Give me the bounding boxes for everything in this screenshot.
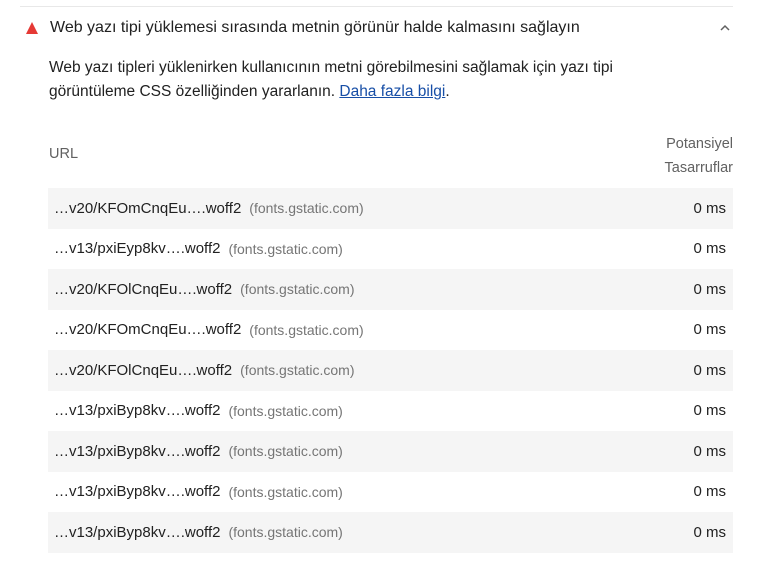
chevron-up-icon[interactable] xyxy=(718,21,732,35)
resource-url[interactable]: …v20/KFOlCnqEu….woff2 xyxy=(48,281,232,298)
resource-url[interactable]: …v13/pxiByp8kv….woff2 xyxy=(48,483,220,500)
resource-table: URL Potansiyel Tasarruflar …v20/KFOmCnqE… xyxy=(48,132,733,553)
resource-host: (fonts.gstatic.com) xyxy=(249,200,364,217)
audit-description: Web yazı tipleri yüklenirken kullanıcını… xyxy=(49,56,669,104)
description-end: . xyxy=(445,83,450,100)
table-body: …v20/KFOmCnqEu….woff2 (fonts.gstatic.com… xyxy=(48,188,733,553)
potential-savings: 0 ms xyxy=(693,321,726,339)
audit-title: Web yazı tipi yüklemesi sırasında metnin… xyxy=(50,19,580,36)
resource-url[interactable]: …v13/pxiEyp8kv….woff2 xyxy=(48,240,220,257)
table-row: …v13/pxiByp8kv….woff2 (fonts.gstatic.com… xyxy=(48,431,733,472)
resource-host: (fonts.gstatic.com) xyxy=(228,483,343,500)
potential-savings: 0 ms xyxy=(693,402,726,420)
potential-savings: 0 ms xyxy=(693,442,726,460)
column-header-url: URL xyxy=(49,146,79,162)
resource-host: (fonts.gstatic.com) xyxy=(228,240,343,257)
table-row: …v13/pxiByp8kv….woff2 (fonts.gstatic.com… xyxy=(48,391,733,432)
resource-host: (fonts.gstatic.com) xyxy=(249,321,364,338)
potential-savings: 0 ms xyxy=(693,361,726,379)
resource-host: (fonts.gstatic.com) xyxy=(228,402,343,419)
potential-savings: 0 ms xyxy=(693,280,726,298)
potential-savings: 0 ms xyxy=(693,483,726,501)
resource-url[interactable]: …v13/pxiByp8kv….woff2 xyxy=(48,402,220,419)
resource-url[interactable]: …v13/pxiByp8kv….woff2 xyxy=(48,443,220,460)
resource-host: (fonts.gstatic.com) xyxy=(240,281,355,298)
resource-url[interactable]: …v20/KFOmCnqEu….woff2 xyxy=(48,321,241,338)
column-header-savings-line1: Potansiyel xyxy=(666,136,733,152)
table-row: …v20/KFOmCnqEu….woff2 (fonts.gstatic.com… xyxy=(48,188,733,229)
description-text: Web yazı tipleri yüklenirken kullanıcını… xyxy=(49,59,613,100)
table-row: …v13/pxiEyp8kv….woff2 (fonts.gstatic.com… xyxy=(48,229,733,270)
triangle-warning-icon xyxy=(26,22,38,34)
table-header: URL Potansiyel Tasarruflar xyxy=(49,132,733,184)
column-header-savings-line2: Tasarruflar xyxy=(664,160,734,176)
section-divider xyxy=(20,6,733,7)
table-row: …v20/KFOmCnqEu….woff2 (fonts.gstatic.com… xyxy=(48,310,733,351)
potential-savings: 0 ms xyxy=(693,523,726,541)
table-row: …v13/pxiByp8kv….woff2 (fonts.gstatic.com… xyxy=(48,512,733,553)
learn-more-link[interactable]: Daha fazla bilgi xyxy=(339,83,445,100)
table-row: …v20/KFOlCnqEu….woff2 (fonts.gstatic.com… xyxy=(48,350,733,391)
resource-url[interactable]: …v20/KFOmCnqEu….woff2 xyxy=(48,200,241,217)
resource-url[interactable]: …v20/KFOlCnqEu….woff2 xyxy=(48,362,232,379)
potential-savings: 0 ms xyxy=(693,199,726,217)
table-row: …v13/pxiByp8kv….woff2 (fonts.gstatic.com… xyxy=(48,472,733,513)
audit-header[interactable]: Web yazı tipi yüklemesi sırasında metnin… xyxy=(20,14,733,42)
resource-host: (fonts.gstatic.com) xyxy=(228,443,343,460)
resource-url[interactable]: …v13/pxiByp8kv….woff2 xyxy=(48,524,220,541)
resource-host: (fonts.gstatic.com) xyxy=(228,524,343,541)
potential-savings: 0 ms xyxy=(693,240,726,258)
table-row: …v20/KFOlCnqEu….woff2 (fonts.gstatic.com… xyxy=(48,269,733,310)
resource-host: (fonts.gstatic.com) xyxy=(240,362,355,379)
column-header-savings: Potansiyel Tasarruflar xyxy=(665,132,734,180)
